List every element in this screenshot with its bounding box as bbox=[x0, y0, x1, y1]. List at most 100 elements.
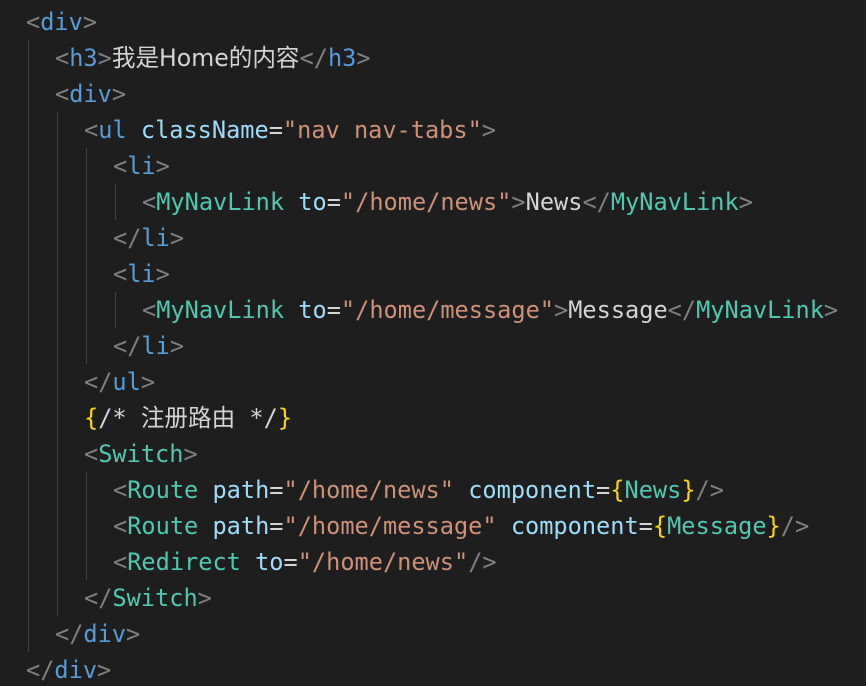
indent-guide bbox=[115, 292, 116, 328]
code-token-punc: > bbox=[554, 296, 569, 324]
code-token-comp: MyNavLink bbox=[156, 188, 285, 216]
code-token-punc: </ bbox=[84, 584, 113, 612]
code-token-comment: /* 注册路由 */ bbox=[98, 404, 278, 432]
code-token-str: "nav nav-tabs" bbox=[282, 116, 482, 144]
code-token-punc: > bbox=[738, 188, 753, 216]
code-token-str: "/home/news" bbox=[297, 548, 469, 576]
code-line[interactable]: </div> bbox=[55, 616, 140, 652]
code-token-punc: /> bbox=[695, 476, 724, 504]
code-token-punc: < bbox=[26, 8, 41, 36]
code-line[interactable]: <li> bbox=[113, 256, 170, 292]
code-token-eq: = bbox=[326, 296, 341, 324]
code-token-punc: > bbox=[155, 260, 170, 288]
code-token-punc: > bbox=[140, 368, 156, 396]
code-token-eq: = bbox=[268, 116, 283, 144]
code-token-punc: </ bbox=[84, 368, 113, 396]
code-token-text: Message bbox=[568, 296, 668, 324]
code-token-comp: MyNavLink bbox=[696, 296, 824, 324]
code-token-attr: path bbox=[212, 476, 270, 504]
code-line[interactable]: {/* 注册路由 */} bbox=[84, 400, 292, 436]
code-token-punc: < bbox=[113, 152, 128, 180]
code-token-comp: Route bbox=[127, 512, 199, 540]
code-token-punc: < bbox=[113, 260, 128, 288]
indent-guide bbox=[57, 112, 58, 616]
code-line[interactable]: <div> bbox=[55, 76, 126, 112]
code-token-punc: > bbox=[111, 80, 127, 108]
code-token-punc: < bbox=[84, 440, 99, 468]
code-line[interactable]: </div> bbox=[26, 652, 111, 686]
code-token-brace: { bbox=[610, 476, 625, 504]
code-line[interactable]: <MyNavLink to="/home/news">News</MyNavLi… bbox=[142, 184, 753, 220]
code-token-textcn: 我是Home的内容 bbox=[111, 44, 300, 72]
code-line[interactable]: <Route path="/home/message" component={M… bbox=[113, 508, 809, 544]
code-token-punc: > bbox=[823, 296, 839, 324]
code-token-attr: to bbox=[255, 548, 284, 576]
code-line[interactable]: <ul className="nav nav-tabs"> bbox=[84, 112, 496, 148]
code-line[interactable]: <div> bbox=[26, 4, 97, 40]
code-token-tag: li bbox=[141, 224, 170, 252]
code-token-comp: MyNavLink bbox=[610, 188, 739, 216]
code-line[interactable]: </li> bbox=[113, 328, 184, 364]
code-token-punc: < bbox=[142, 188, 157, 216]
code-line[interactable]: </ul> bbox=[84, 364, 155, 400]
code-token-tag: div bbox=[54, 656, 98, 684]
code-token-punc: </ bbox=[26, 656, 55, 684]
code-token-tag: li bbox=[127, 260, 156, 288]
code-token-punc: > bbox=[155, 152, 170, 180]
code-token-punc: > bbox=[97, 656, 112, 684]
code-token-attr: to bbox=[298, 296, 327, 324]
code-token-eq: = bbox=[326, 188, 341, 216]
code-token-punc: > bbox=[183, 440, 198, 468]
code-line[interactable]: </li> bbox=[113, 220, 184, 256]
code-token-attr: className bbox=[140, 116, 269, 144]
code-line[interactable]: <MyNavLink to="/home/message">Message</M… bbox=[142, 292, 838, 328]
code-token-punc: < bbox=[55, 44, 70, 72]
code-line[interactable]: <li> bbox=[113, 148, 170, 184]
code-token-attr: to bbox=[298, 188, 327, 216]
code-editor[interactable]: <div> <h3>我是Home的内容</h3> <div> <ul classNam… bbox=[0, 0, 866, 686]
code-token-punc: /> bbox=[468, 548, 497, 576]
code-token-comp: Switch bbox=[98, 440, 184, 468]
code-token-punc: < bbox=[113, 512, 128, 540]
code-line[interactable]: </Switch> bbox=[84, 580, 212, 616]
code-token-punc: </ bbox=[299, 44, 328, 72]
indent-guide bbox=[86, 472, 87, 580]
code-token-attr: path bbox=[212, 512, 270, 540]
code-line[interactable]: <h3>我是Home的内容</h3> bbox=[55, 40, 371, 76]
code-token-punc: > bbox=[169, 332, 185, 360]
code-token-punc: </ bbox=[667, 296, 697, 324]
code-token-punc: < bbox=[84, 116, 99, 144]
code-token-brace: } bbox=[766, 512, 781, 540]
code-token-punc: </ bbox=[113, 224, 142, 252]
code-token-str: "/home/news" bbox=[283, 476, 454, 504]
code-token-punc: > bbox=[197, 584, 212, 612]
code-token-punc: < bbox=[142, 296, 157, 324]
code-token-punc: </ bbox=[55, 620, 84, 648]
code-token-comp: Route bbox=[127, 476, 199, 504]
code-token-punc: > bbox=[481, 116, 497, 144]
code-token-str: "/home/news" bbox=[340, 188, 512, 216]
code-line[interactable]: <Redirect to="/home/news"/> bbox=[113, 544, 497, 580]
code-token-comp: Switch bbox=[112, 584, 198, 612]
code-token-punc: </ bbox=[113, 332, 142, 360]
code-token-eq: = bbox=[596, 476, 611, 504]
code-token-punc: > bbox=[126, 620, 141, 648]
code-line[interactable]: <Route path="/home/news" component={News… bbox=[113, 472, 724, 508]
code-token-comp: MyNavLink bbox=[156, 296, 285, 324]
code-token-punc: > bbox=[511, 188, 526, 216]
code-token-tag: li bbox=[141, 332, 170, 360]
code-token-comp: Message bbox=[667, 512, 767, 540]
code-token-brace: { bbox=[84, 404, 99, 432]
code-token-comp: Redirect bbox=[127, 548, 241, 576]
code-token-attr: component bbox=[468, 476, 597, 504]
code-token-attr: component bbox=[510, 512, 639, 540]
code-token-tag: ul bbox=[112, 368, 141, 396]
code-token-tag: h3 bbox=[327, 44, 357, 72]
code-line[interactable]: <Switch> bbox=[84, 436, 198, 472]
